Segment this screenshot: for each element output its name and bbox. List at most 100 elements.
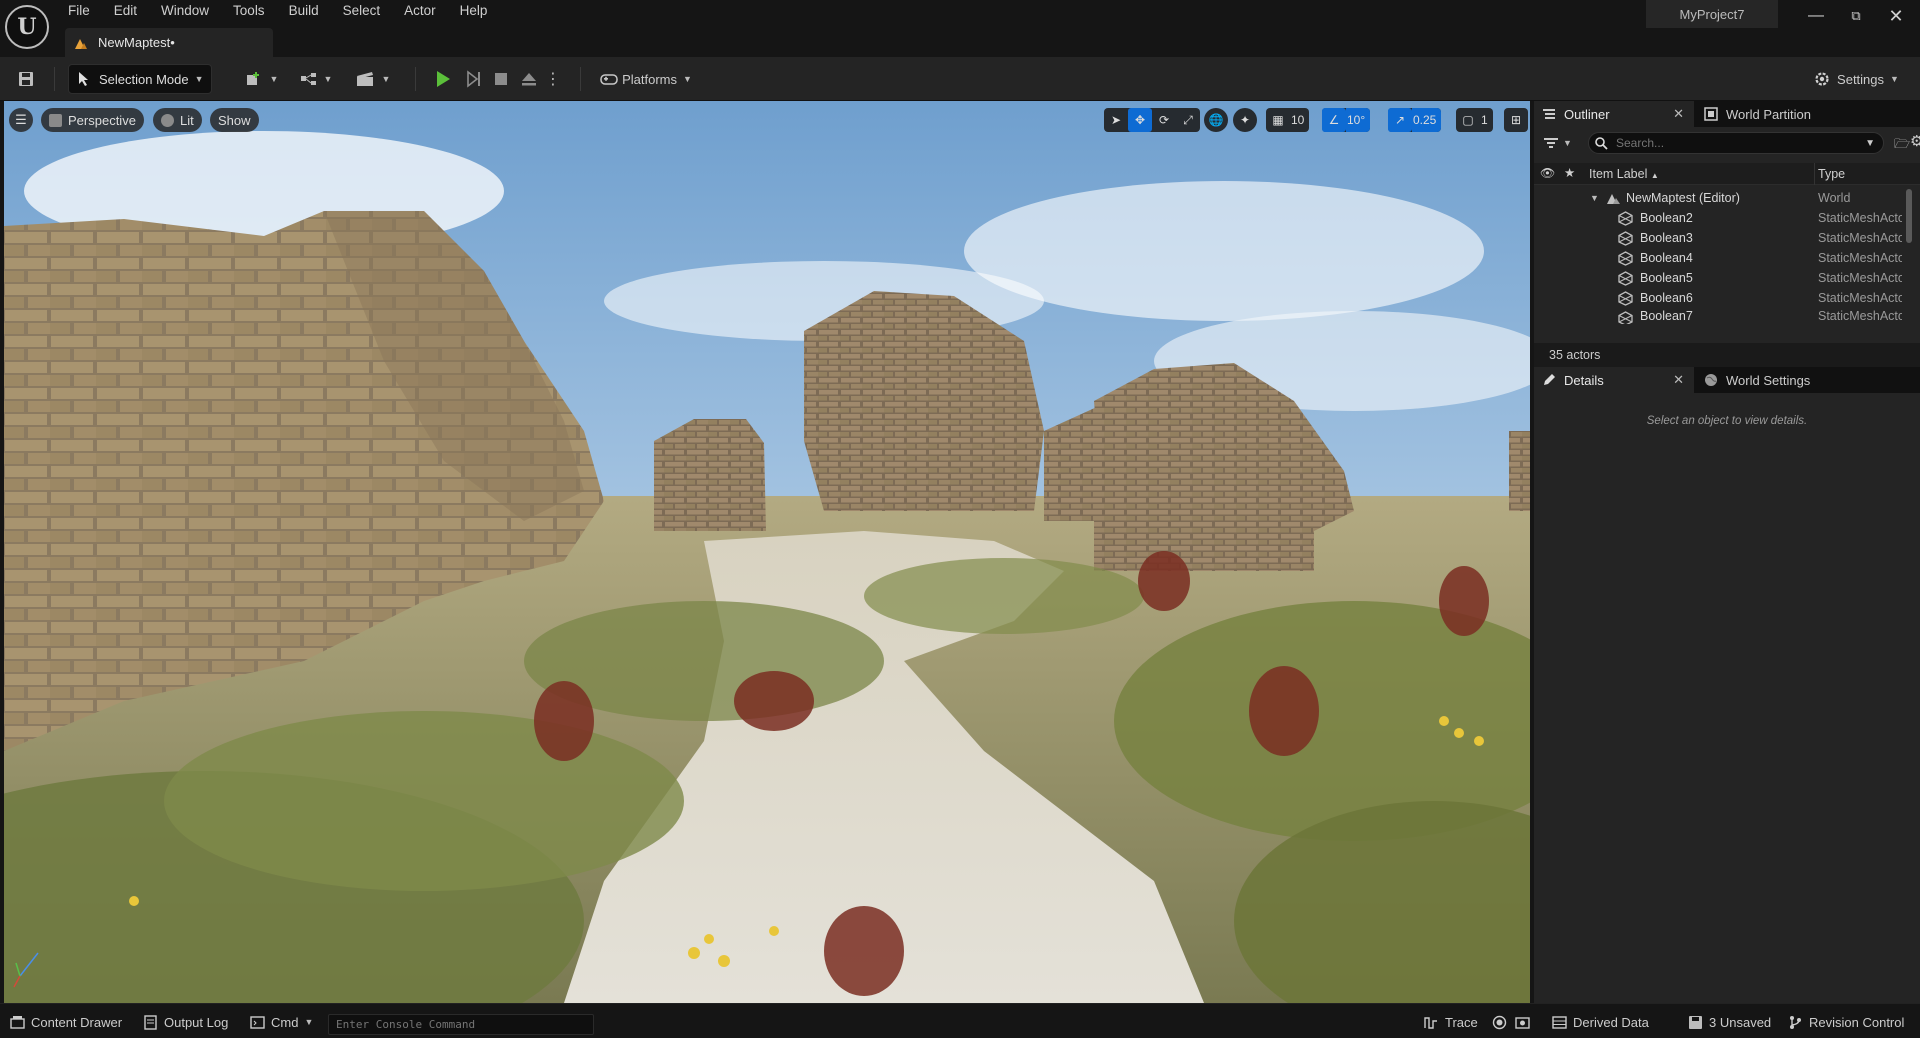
platforms-dropdown[interactable]: Platforms ▼ — [596, 64, 696, 94]
chevron-down-icon: ▼ — [269, 74, 279, 84]
camera-speed-control[interactable]: ▢ 1 — [1456, 108, 1493, 132]
surface-snap-toggle[interactable]: ✦ — [1233, 108, 1257, 132]
show-button[interactable]: Show — [210, 108, 259, 132]
play-options-icon[interactable]: ⋮ — [545, 64, 561, 94]
output-log-label: Output Log — [164, 1014, 229, 1030]
viewport-layout-button[interactable]: ⊞ — [1504, 108, 1528, 132]
perspective-button[interactable]: Perspective — [41, 108, 144, 132]
menu-actor[interactable]: Actor — [392, 0, 448, 24]
unsaved-button[interactable]: 3 Unsaved — [1688, 1012, 1771, 1032]
trace-label: Trace — [1445, 1014, 1478, 1030]
level-tab[interactable]: NewMaptest• — [65, 28, 273, 57]
rotation-snap-control[interactable]: ∠ 10° — [1322, 108, 1371, 132]
unsaved-label: 3 Unsaved — [1709, 1014, 1772, 1030]
row-label: Boolean7 — [1640, 309, 1693, 323]
level-icon — [75, 38, 87, 49]
stop-icon[interactable] — [488, 64, 514, 94]
project-name: MyProject7 — [1646, 0, 1778, 28]
lit-button[interactable]: Lit — [153, 108, 202, 132]
scene-render[interactable] — [4, 101, 1530, 1003]
eject-icon[interactable] — [516, 64, 542, 94]
outliner-scrollbar[interactable] — [1906, 189, 1912, 243]
static-mesh-icon — [1618, 251, 1633, 266]
trace-button[interactable]: Trace — [1424, 1012, 1478, 1032]
revision-control-label: Revision Control — [1809, 1014, 1905, 1030]
restore-icon[interactable]: ⧉ — [1836, 0, 1876, 32]
outliner-row[interactable]: Boolean2 StaticMeshActor — [1534, 208, 1904, 228]
add-folder-icon[interactable]: 🗁 — [1894, 135, 1910, 157]
visibility-eye-icon[interactable]: 👁 — [1540, 166, 1555, 180]
transform-tools: ➤ ✥ ⟳ ⤢ — [1104, 108, 1200, 132]
angle-icon: ∠ — [1322, 108, 1346, 132]
cinematics-button[interactable]: ▼ — [353, 64, 393, 94]
rotate-icon[interactable]: ⟳ — [1152, 108, 1176, 132]
outliner-row[interactable]: Boolean7 StaticMeshActor — [1534, 308, 1904, 324]
column-type[interactable]: Type — [1814, 167, 1845, 181]
derived-data-label: Derived Data — [1573, 1014, 1649, 1030]
console-command-input[interactable] — [328, 1014, 594, 1035]
menu-help[interactable]: Help — [448, 0, 500, 24]
chevron-down-icon: ▼ — [1563, 138, 1572, 148]
filter-button[interactable]: ▼ — [1544, 133, 1574, 153]
globe-icon: 🌐 — [1208, 113, 1224, 127]
scale-snap-value: 0.25 — [1412, 108, 1442, 132]
static-mesh-icon — [1618, 291, 1633, 306]
outliner-row[interactable]: Boolean6 StaticMeshActor — [1534, 288, 1904, 308]
menu-file[interactable]: File — [56, 0, 102, 24]
settings-dropdown[interactable]: Settings ▼ — [1810, 64, 1902, 94]
scale-icon[interactable]: ⤢ — [1176, 108, 1200, 132]
save-icon[interactable] — [14, 64, 38, 94]
derived-data-button[interactable]: Derived Data — [1552, 1012, 1649, 1032]
outliner-row[interactable]: Boolean3 StaticMeshActor — [1534, 228, 1904, 248]
blueprint-button[interactable]: ▼ — [298, 64, 334, 94]
minimize-icon[interactable]: — — [1796, 0, 1836, 32]
grid-snap-control[interactable]: ▦ 10 — [1266, 108, 1310, 132]
scale-snap-control[interactable]: ↗ 0.25 — [1388, 108, 1442, 132]
search-input[interactable] — [1616, 136, 1856, 150]
outliner-settings-gear-icon[interactable]: ⚙ — [1910, 132, 1920, 150]
unreal-logo-icon[interactable]: U — [5, 5, 49, 49]
chevron-down-icon[interactable]: ▼ — [1865, 138, 1875, 149]
record-icon[interactable] — [1492, 1012, 1507, 1032]
content-drawer-button[interactable]: Content Drawer — [10, 1012, 122, 1032]
menu-select[interactable]: Select — [331, 0, 393, 24]
selection-mode-dropdown[interactable]: Selection Mode ▼ — [68, 64, 212, 94]
level-viewport[interactable]: ☰ Perspective Lit Show ➤ ✥ ⟳ ⤢ 🌐 ✦ ▦ 10 … — [4, 101, 1530, 1003]
column-item-label[interactable]: Item Label ▲ — [1589, 167, 1659, 181]
add-actor-button[interactable]: ▼ — [244, 64, 280, 94]
layout-icon: ⊞ — [1510, 113, 1522, 127]
tab-world-settings[interactable]: World Settings — [1696, 367, 1856, 393]
outliner-row[interactable]: Boolean5 StaticMeshActor — [1534, 268, 1904, 288]
details-panel: Select an object to view details. — [1534, 393, 1920, 1003]
viewport-menu-icon[interactable]: ☰ — [9, 108, 33, 132]
world-local-toggle[interactable]: 🌐 — [1204, 108, 1228, 132]
tab-outliner[interactable]: Outliner ✕ — [1534, 101, 1694, 127]
close-icon[interactable]: ✕ — [1673, 372, 1684, 388]
output-log-button[interactable]: Output Log — [143, 1012, 228, 1032]
row-label: Boolean5 — [1640, 271, 1693, 285]
menu-window[interactable]: Window — [149, 0, 221, 24]
advance-frame-icon[interactable] — [460, 64, 486, 94]
outliner-row[interactable]: Boolean4 StaticMeshActor — [1534, 248, 1904, 268]
move-icon[interactable]: ✥ — [1128, 108, 1152, 132]
outliner-world-row[interactable]: ▼ NewMaptest (Editor) World — [1534, 188, 1904, 208]
gamepad-icon — [600, 74, 618, 85]
lit-label: Lit — [180, 112, 194, 128]
trace-icon — [1424, 1016, 1437, 1029]
menu-tools[interactable]: Tools — [221, 0, 277, 24]
tab-details[interactable]: Details ✕ — [1534, 367, 1694, 393]
menu-edit[interactable]: Edit — [102, 0, 149, 24]
cmd-dropdown[interactable]: Cmd ▼ — [250, 1012, 313, 1032]
play-button[interactable] — [430, 64, 456, 94]
toolbar-divider — [580, 67, 581, 91]
close-icon[interactable]: ✕ — [1673, 106, 1684, 122]
close-icon[interactable]: ✕ — [1876, 0, 1916, 32]
tab-world-partition[interactable]: World Partition — [1696, 101, 1856, 127]
revision-control-button[interactable]: Revision Control — [1788, 1012, 1904, 1032]
collapse-arrow-icon[interactable]: ▼ — [1590, 193, 1599, 203]
row-type: StaticMeshActor — [1818, 291, 1902, 305]
pin-star-icon[interactable]: ★ — [1564, 165, 1575, 180]
select-cursor-icon[interactable]: ➤ — [1104, 108, 1128, 132]
screenshot-icon[interactable] — [1515, 1012, 1530, 1032]
menu-build[interactable]: Build — [277, 0, 331, 24]
